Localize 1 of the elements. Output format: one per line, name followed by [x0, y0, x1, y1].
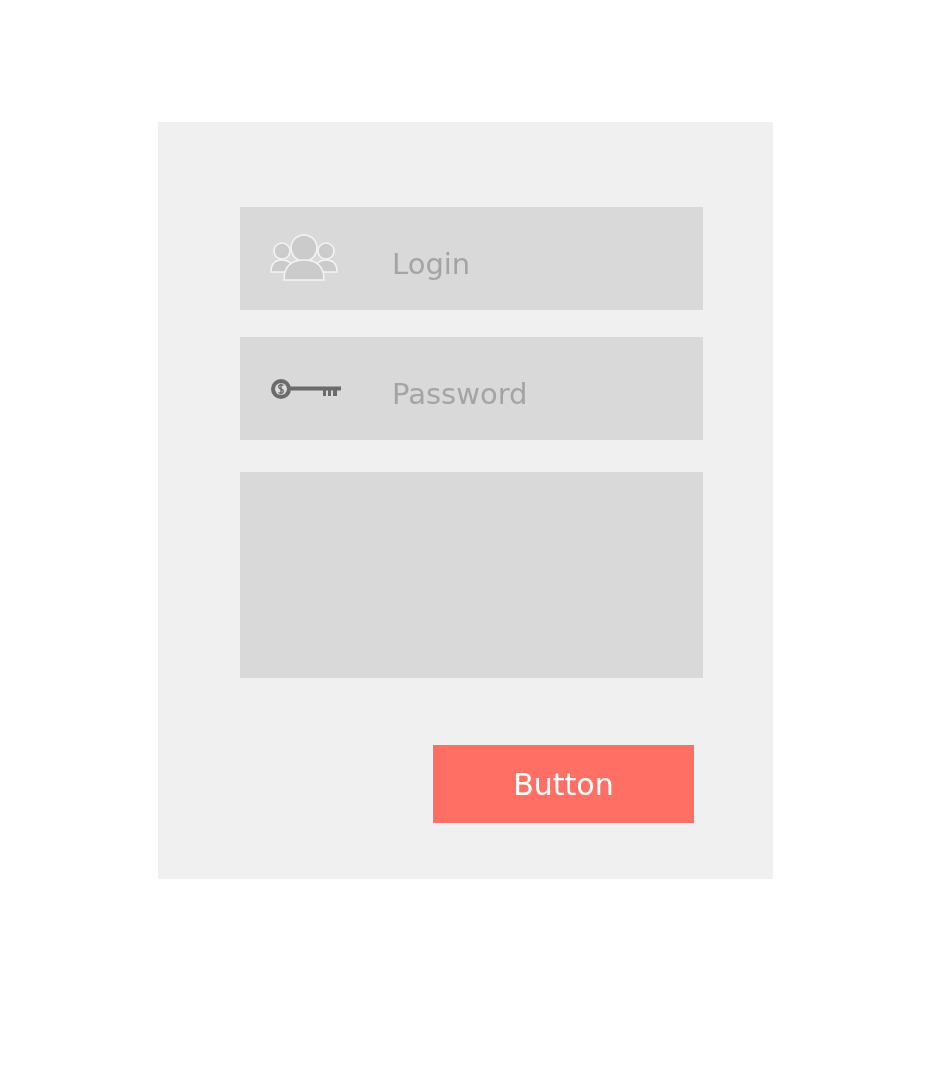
submit-button[interactable]: Button	[433, 745, 694, 823]
